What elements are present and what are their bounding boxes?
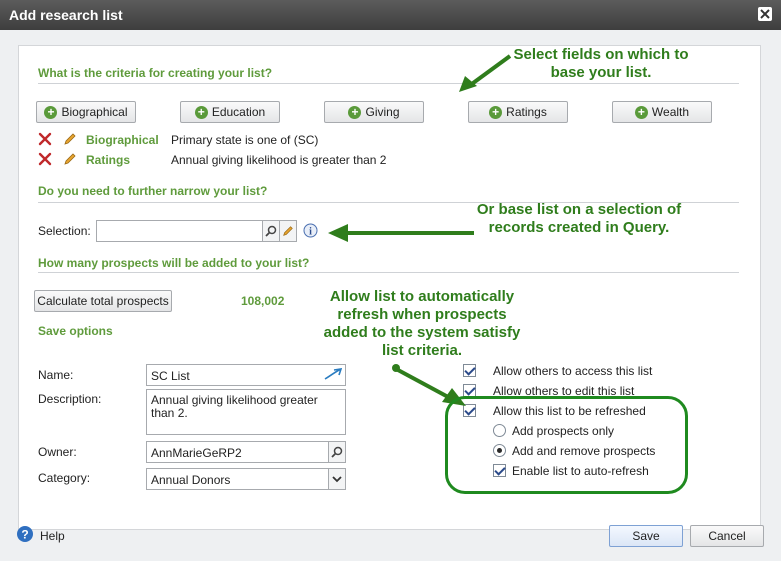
arrow-icon xyxy=(328,224,474,242)
selection-edit-button[interactable] xyxy=(279,220,297,242)
close-button[interactable] xyxy=(758,7,772,21)
search-icon xyxy=(265,225,277,237)
close-icon xyxy=(760,9,770,19)
cancel-button[interactable]: Cancel xyxy=(690,525,764,547)
button-label: Wealth xyxy=(651,105,690,119)
arrow-icon xyxy=(459,54,512,92)
window-titlebar: Add research list xyxy=(0,0,781,30)
chevron-down-icon xyxy=(332,476,342,483)
biographical-button[interactable]: + Biographical xyxy=(36,101,136,123)
save-options-heading: Save options xyxy=(38,324,113,338)
criteria-field: Biographical xyxy=(86,133,159,147)
prospects-heading: How many prospects will be added to your… xyxy=(38,256,310,270)
category-dropdown-button[interactable] xyxy=(328,468,346,490)
help-icon[interactable]: ? xyxy=(16,525,34,543)
divider xyxy=(38,83,739,84)
name-label: Name: xyxy=(38,368,74,382)
svg-text:?: ? xyxy=(21,528,28,542)
total-prospects-value: 108,002 xyxy=(241,294,285,308)
delete-icon[interactable] xyxy=(38,132,52,146)
owner-search-button[interactable] xyxy=(328,441,346,463)
search-icon xyxy=(331,446,343,458)
annotation-refresh: Allow list to automatically refresh when… xyxy=(323,288,521,359)
annotation-query: Or base list on a selection of records c… xyxy=(476,201,682,236)
narrow-heading: Do you need to further narrow your list? xyxy=(38,184,268,198)
ratings-button[interactable]: + Ratings xyxy=(468,101,568,123)
annotation-select-fields: Select fields on which to base your list… xyxy=(513,46,689,81)
criteria-text: Annual giving likelihood is greater than… xyxy=(171,153,387,167)
button-label: Education xyxy=(211,105,266,119)
selection-label: Selection: xyxy=(38,224,91,238)
wealth-button[interactable]: + Wealth xyxy=(612,101,712,123)
plus-icon: + xyxy=(194,105,208,119)
category-select[interactable]: Annual Donors xyxy=(146,468,329,490)
criteria-text: Primary state is one of (SC) xyxy=(171,133,319,147)
owner-input[interactable]: AnnMarieGeRP2 xyxy=(146,441,329,463)
name-input[interactable]: SC List xyxy=(146,364,346,386)
giving-button[interactable]: + Giving xyxy=(324,101,424,123)
selection-input[interactable] xyxy=(96,220,263,242)
svg-text:i: i xyxy=(309,227,312,238)
calculate-total-prospects-button[interactable]: Calculate total prospects xyxy=(34,290,172,312)
selection-search-button[interactable] xyxy=(262,220,280,242)
description-label: Description: xyxy=(38,392,102,406)
button-label: Ratings xyxy=(506,105,547,119)
owner-label: Owner: xyxy=(38,445,77,459)
criteria-heading: What is the criteria for creating your l… xyxy=(38,66,273,80)
plus-icon: + xyxy=(44,105,58,119)
highlight-circle xyxy=(445,396,688,494)
window-title: Add research list xyxy=(9,7,123,23)
edit-pencil-icon[interactable] xyxy=(63,132,77,146)
criteria-field: Ratings xyxy=(86,153,131,167)
button-label: Giving xyxy=(365,105,400,119)
description-textarea[interactable]: Annual giving likelihood greater than 2. xyxy=(146,389,346,435)
category-label: Category: xyxy=(38,471,91,485)
plus-icon: + xyxy=(348,105,362,119)
save-button[interactable]: Save xyxy=(609,525,683,547)
plus-icon: + xyxy=(489,105,503,119)
help-link[interactable]: Help xyxy=(40,529,65,543)
delete-icon[interactable] xyxy=(38,152,52,166)
info-icon[interactable]: i xyxy=(303,223,318,238)
divider xyxy=(38,272,739,273)
spellcheck-icon[interactable] xyxy=(324,367,342,381)
edit-pencil-icon xyxy=(283,226,293,236)
button-label: Biographical xyxy=(61,105,128,119)
allow-access-label: Allow others to access this list xyxy=(493,364,653,378)
plus-icon: + xyxy=(634,105,648,119)
education-button[interactable]: + Education xyxy=(180,101,280,123)
edit-pencil-icon[interactable] xyxy=(63,152,77,166)
